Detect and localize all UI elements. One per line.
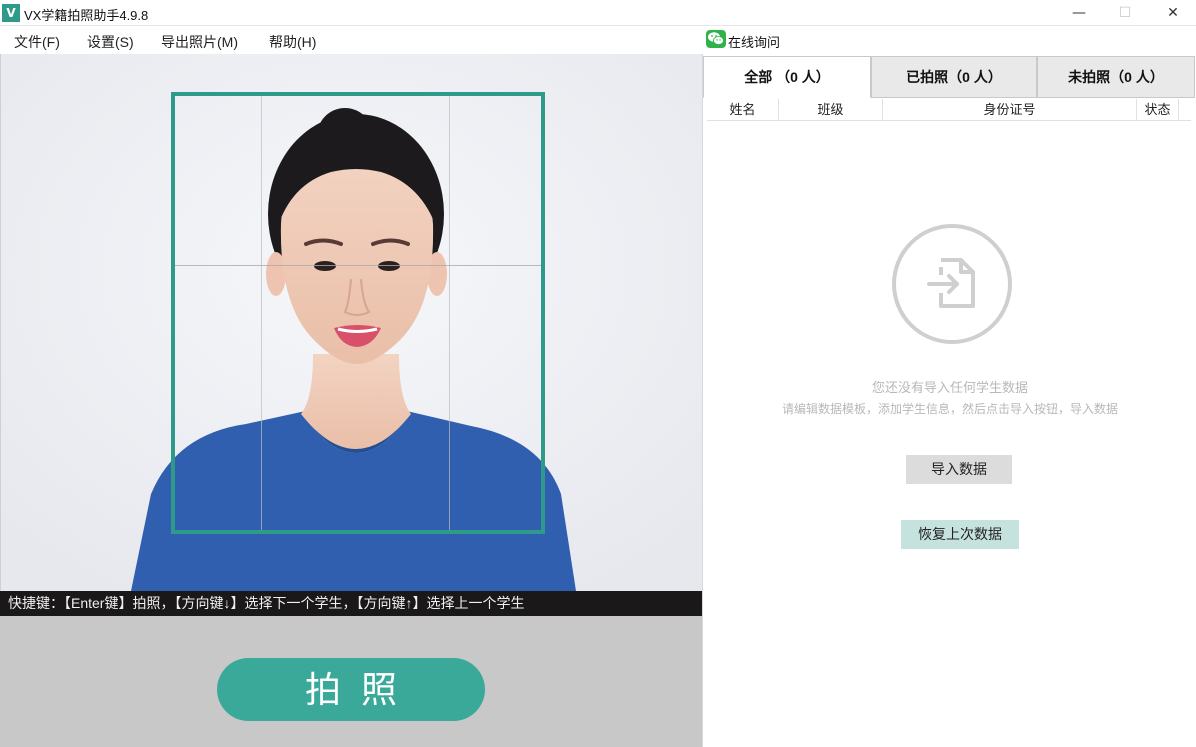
column-class[interactable]: 班级 bbox=[779, 99, 883, 121]
tab-all[interactable]: 全部 （0 人） bbox=[703, 56, 871, 98]
menu-bar: 文件(F) 设置(S) 导出照片(M) 帮助(H) bbox=[0, 27, 702, 54]
restore-last-data-button[interactable]: 恢复上次数据 bbox=[901, 520, 1019, 549]
student-tabs: 全部 （0 人） 已拍照（0 人） 未拍照（0 人） bbox=[703, 56, 1196, 98]
column-name[interactable]: 姓名 bbox=[707, 99, 779, 121]
empty-state-description: 请编辑数据模板，添加学生信息，然后点击导入按钮，导入数据 bbox=[781, 402, 1118, 416]
crop-frame[interactable] bbox=[171, 92, 545, 534]
menu-file[interactable]: 文件(F) bbox=[14, 32, 60, 52]
online-inquiry[interactable]: 在线询问 bbox=[702, 27, 1196, 54]
tab-not-photographed[interactable]: 未拍照（0 人） bbox=[1037, 56, 1195, 98]
empty-state-title: 您还没有导入任何学生数据 bbox=[871, 380, 1028, 395]
column-id-number[interactable]: 身份证号 bbox=[883, 99, 1137, 121]
minimize-button[interactable]: — bbox=[1056, 0, 1102, 26]
student-panel: 全部 （0 人） 已拍照（0 人） 未拍照（0 人） 姓名 班级 身份证号 状态… bbox=[702, 54, 1196, 747]
capture-button[interactable]: 拍照 bbox=[217, 658, 485, 721]
app-logo: V bbox=[2, 4, 20, 22]
close-button[interactable]: ✕ bbox=[1150, 0, 1196, 26]
online-inquiry-label: 在线询问 bbox=[728, 35, 781, 50]
maximize-button[interactable]: ☐ bbox=[1102, 0, 1148, 26]
menu-export-photos[interactable]: 导出照片(M) bbox=[161, 32, 238, 52]
menu-help[interactable]: 帮助(H) bbox=[269, 32, 316, 52]
wechat-icon bbox=[706, 30, 726, 48]
window-title: VX学籍拍照助手4.9.8 bbox=[24, 8, 149, 23]
student-table-header: 姓名 班级 身份证号 状态 bbox=[707, 99, 1191, 121]
import-file-icon bbox=[891, 223, 1013, 345]
import-data-button[interactable]: 导入数据 bbox=[906, 455, 1012, 484]
capture-area: 拍照 bbox=[0, 616, 702, 747]
tab-photographed[interactable]: 已拍照（0 人） bbox=[871, 56, 1037, 98]
shortcut-hint: 快捷键：【Enter键】拍照，【方向键↓】选择下一个学生，【方向键↑】选择上一个… bbox=[0, 591, 702, 616]
menu-settings[interactable]: 设置(S) bbox=[87, 32, 134, 52]
column-status[interactable]: 状态 bbox=[1137, 99, 1179, 121]
title-bar: V VX学籍拍照助手4.9.8 — ☐ ✕ bbox=[0, 0, 1196, 26]
camera-preview bbox=[0, 54, 702, 591]
